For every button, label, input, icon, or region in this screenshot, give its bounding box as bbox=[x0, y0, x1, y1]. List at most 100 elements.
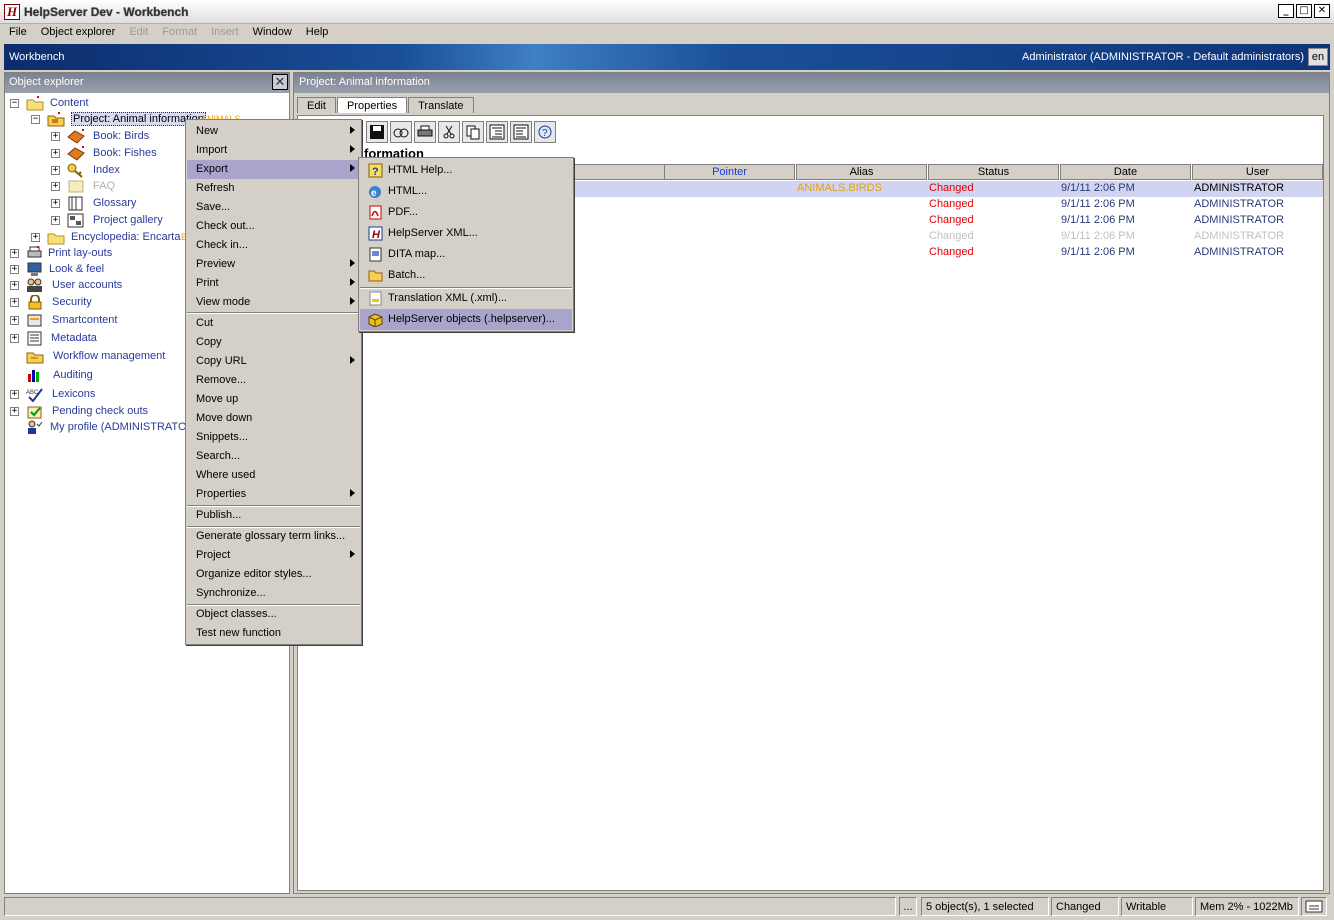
expand-icon[interactable]: + bbox=[31, 233, 40, 242]
menu-item-organize-styles[interactable]: Organize editor styles... bbox=[187, 565, 360, 584]
menu-item-export[interactable]: Export bbox=[187, 160, 360, 179]
menu-item-object-classes[interactable]: Object classes... bbox=[187, 605, 360, 624]
expand-icon[interactable]: + bbox=[10, 249, 19, 258]
menu-item-print[interactable]: Print bbox=[187, 274, 360, 293]
tree-node-my-profile[interactable]: My profile (ADMINISTRATOR bbox=[10, 420, 200, 436]
column-header-date[interactable]: Date bbox=[1060, 164, 1191, 180]
tree-node-glossary[interactable]: + Glossary bbox=[51, 196, 191, 212]
menu-item-test-new-function[interactable]: Test new function bbox=[187, 624, 360, 643]
column-header-status[interactable]: Status bbox=[928, 164, 1059, 180]
menu-item-move-down[interactable]: Move down bbox=[187, 409, 360, 428]
tree-node-book-fishes[interactable]: + Book: Fishes bbox=[51, 146, 191, 162]
tree-node-smartcontent[interactable]: + Smartcontent bbox=[10, 313, 150, 329]
expand-icon[interactable]: + bbox=[10, 390, 19, 399]
minimize-button[interactable]: _ bbox=[1278, 4, 1294, 18]
column-header-user[interactable]: User bbox=[1192, 164, 1323, 180]
expand-icon[interactable]: + bbox=[10, 281, 19, 290]
tree-node-security[interactable]: + Security bbox=[10, 294, 150, 311]
copy-icon[interactable] bbox=[462, 121, 484, 143]
preview-icon[interactable] bbox=[390, 121, 412, 143]
menu-item-publish[interactable]: Publish... bbox=[187, 506, 360, 525]
menu-item-synchronize[interactable]: Synchronize... bbox=[187, 584, 360, 603]
menu-item-search[interactable]: Search... bbox=[187, 447, 360, 466]
collapse-icon[interactable]: − bbox=[31, 115, 40, 124]
export-helpserver-objects[interactable]: HelpServer objects (.helpserver)... bbox=[360, 309, 572, 330]
outdent-icon[interactable] bbox=[510, 121, 532, 143]
menu-help[interactable]: Help bbox=[299, 24, 336, 43]
menu-format[interactable]: Format bbox=[155, 24, 204, 43]
tree-node-metadata[interactable]: + Metadata bbox=[10, 331, 150, 347]
menu-item-cut[interactable]: Cut bbox=[187, 314, 360, 333]
expand-icon[interactable]: + bbox=[10, 265, 19, 274]
export-helpserver-xml[interactable]: H HelpServer XML... bbox=[360, 223, 572, 244]
tree-node-auditing[interactable]: Auditing bbox=[10, 368, 150, 384]
tab-edit[interactable]: Edit bbox=[297, 97, 336, 113]
menu-item-preview[interactable]: Preview bbox=[187, 255, 360, 274]
expand-icon[interactable]: + bbox=[51, 149, 60, 158]
expand-icon[interactable]: + bbox=[51, 216, 60, 225]
column-header-alias[interactable]: Alias bbox=[796, 164, 927, 180]
tree-node-print-layouts[interactable]: + Print lay-outs bbox=[10, 246, 150, 262]
export-html[interactable]: e HTML... bbox=[360, 181, 572, 202]
expand-icon[interactable]: + bbox=[51, 166, 60, 175]
menu-item-new[interactable]: New bbox=[187, 122, 360, 141]
export-translation-xml[interactable]: Translation XML (.xml)... bbox=[360, 288, 572, 309]
menu-item-snippets[interactable]: Snippets... bbox=[187, 428, 360, 447]
export-dita-map[interactable]: DITA map... bbox=[360, 244, 572, 265]
tree-node-look-feel[interactable]: + Look & feel bbox=[10, 262, 150, 278]
menu-item-properties[interactable]: Properties bbox=[187, 485, 360, 504]
status-more-button[interactable]: ... bbox=[899, 897, 917, 916]
tree-node-workflow[interactable]: Workflow management bbox=[10, 349, 180, 365]
expand-icon[interactable]: + bbox=[10, 407, 19, 416]
menu-item-generate-glossary[interactable]: Generate glossary term links... bbox=[187, 527, 360, 546]
expand-icon[interactable]: + bbox=[51, 132, 60, 141]
expand-icon[interactable]: + bbox=[51, 199, 60, 208]
menu-item-view-mode[interactable]: View mode bbox=[187, 293, 360, 312]
save-icon[interactable] bbox=[366, 121, 388, 143]
tab-translate[interactable]: Translate bbox=[408, 97, 474, 113]
print-icon[interactable] bbox=[414, 121, 436, 143]
tree-node-content[interactable]: − Content bbox=[10, 96, 130, 112]
tree-node-user-accounts[interactable]: + User accounts bbox=[10, 278, 150, 294]
expand-icon[interactable]: + bbox=[10, 334, 19, 343]
menu-item-copy[interactable]: Copy bbox=[187, 333, 360, 352]
menu-edit[interactable]: Edit bbox=[122, 24, 155, 43]
tree-node-lexicons[interactable]: + ABC Lexicons bbox=[10, 387, 150, 403]
menu-item-project[interactable]: Project bbox=[187, 546, 360, 565]
menu-object-explorer[interactable]: Object explorer bbox=[34, 24, 123, 43]
menu-item-refresh[interactable]: Refresh bbox=[187, 179, 360, 198]
maximize-button[interactable]: □ bbox=[1296, 4, 1312, 18]
menu-item-save[interactable]: Save... bbox=[187, 198, 360, 217]
language-selector[interactable]: en bbox=[1308, 48, 1328, 66]
menu-item-import[interactable]: Import bbox=[187, 141, 360, 160]
tree-node-pending-checkouts[interactable]: + Pending check outs bbox=[10, 404, 170, 420]
export-pdf[interactable]: PDF... bbox=[360, 202, 572, 223]
help-icon[interactable]: ? bbox=[534, 121, 556, 143]
cut-icon[interactable] bbox=[438, 121, 460, 143]
indent-icon[interactable] bbox=[486, 121, 508, 143]
tree-node-project-gallery[interactable]: + Project gallery bbox=[51, 213, 191, 229]
close-icon[interactable]: ✕ bbox=[272, 74, 288, 90]
menu-item-check-in[interactable]: Check in... bbox=[187, 236, 360, 255]
export-html-help[interactable]: ? HTML Help... bbox=[360, 160, 572, 181]
menu-item-remove[interactable]: Remove... bbox=[187, 371, 360, 390]
tree-node-faq[interactable]: + FAQ bbox=[51, 179, 191, 195]
collapse-icon[interactable]: − bbox=[10, 99, 19, 108]
export-batch[interactable]: Batch... bbox=[360, 265, 572, 286]
expand-icon[interactable]: + bbox=[10, 298, 19, 307]
menu-item-check-out[interactable]: Check out... bbox=[187, 217, 360, 236]
tree-node-encyclopedia[interactable]: + Encyclopedia: Encarta E bbox=[31, 230, 201, 246]
column-header-pointer[interactable]: Pointer bbox=[664, 164, 795, 180]
menu-file[interactable]: File bbox=[2, 24, 34, 43]
resize-grip-icon[interactable] bbox=[1301, 897, 1327, 916]
close-button[interactable]: ✕ bbox=[1314, 4, 1330, 18]
tree-node-index[interactable]: + Index bbox=[51, 163, 191, 179]
menu-window[interactable]: Window bbox=[246, 24, 299, 43]
tree-node-book-birds[interactable]: + Book: Birds bbox=[51, 129, 191, 145]
expand-icon[interactable]: + bbox=[10, 316, 19, 325]
menu-item-where-used[interactable]: Where used bbox=[187, 466, 360, 485]
expand-icon[interactable]: + bbox=[51, 182, 60, 191]
menu-insert[interactable]: Insert bbox=[204, 24, 246, 43]
menu-item-copy-url[interactable]: Copy URL bbox=[187, 352, 360, 371]
tab-properties[interactable]: Properties bbox=[336, 97, 408, 113]
